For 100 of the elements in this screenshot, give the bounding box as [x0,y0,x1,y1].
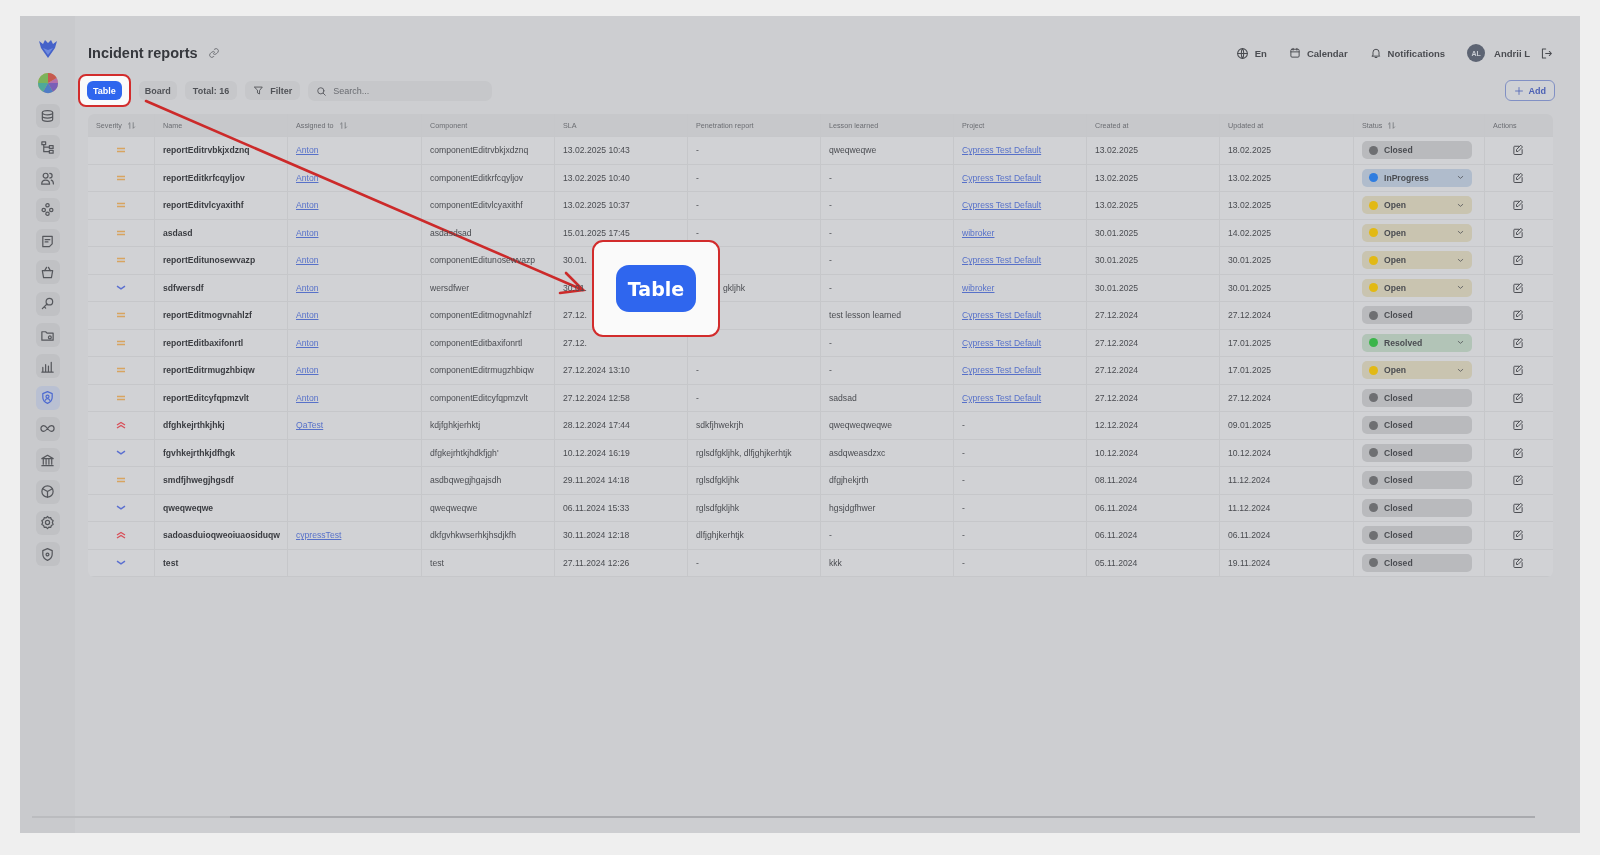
status-dropdown[interactable]: Open [1362,251,1472,270]
table-cell: 27.12.2024 [1095,365,1138,376]
project-link[interactable]: Cypress Test Default [962,310,1042,321]
logo-icon[interactable] [36,38,59,60]
status-dropdown[interactable]: Closed [1362,141,1472,160]
calendar-button[interactable]: Calendar [1288,47,1348,59]
status-dropdown[interactable]: Open [1362,223,1472,242]
status-dropdown[interactable]: Closed [1362,306,1472,325]
project-link[interactable]: wibroker [962,282,995,293]
assignee-link[interactable]: Anton [296,145,319,156]
language-button[interactable]: En [1235,46,1267,60]
status-dropdown[interactable]: Closed [1362,388,1472,407]
status-dropdown[interactable]: Closed [1362,471,1472,490]
filter-button[interactable]: Filter [245,81,301,100]
status-dropdown[interactable]: Open [1362,278,1472,297]
sidebar-item[interactable] [35,260,60,285]
high-severity-icon [116,531,126,540]
assignee-link[interactable]: QaTest [296,420,324,431]
table-cell: sdkfjhwekrjh [696,420,744,431]
status-dropdown[interactable]: Closed [1362,553,1472,572]
project-link[interactable]: Cypress Test Default [962,255,1042,266]
sidebar-item[interactable] [35,323,60,348]
table-cell: 30.01. [563,255,587,266]
sidebar-item[interactable] [35,354,60,379]
search-field[interactable]: Search... [308,80,493,101]
table-cell: 13.02.2025 10:37 [563,200,630,211]
low-severity-icon [116,285,126,291]
assignee-link[interactable]: Anton [296,172,319,183]
table-cell: qweqweqweqwe [829,420,893,431]
status-dropdown[interactable]: Closed [1362,416,1472,435]
table-cell: 06.11.2024 [1095,530,1138,541]
table-cell: 11.12.2024 [1228,502,1271,513]
settings-icon [40,515,55,531]
table-cell: 10.12.2024 16:19 [563,447,630,458]
users-icon [40,171,55,187]
table-cell: 13.02.2025 [1095,172,1138,183]
view-tab[interactable]: Board [138,81,177,100]
assignee-link[interactable]: Anton [296,227,319,238]
shield-user-icon [40,390,55,406]
table-cell: - [962,557,965,568]
view-tab[interactable]: Table [87,81,122,100]
report-name: reportEditunosewvazp [163,255,256,266]
color-wheel-icon[interactable] [36,72,59,94]
table-cell: 30.01.2025 [1095,227,1138,238]
status-dropdown[interactable]: Closed [1362,498,1472,517]
sidebar-item[interactable] [35,104,60,128]
sidebar-item[interactable] [35,166,60,191]
project-link[interactable]: Cypress Test Default [962,337,1042,348]
assignee-link[interactable]: Anton [296,310,319,321]
assignee-link[interactable]: Anton [296,200,319,211]
sidebar-item[interactable] [35,416,60,441]
table-cell: componentEditkrfcqyljov [430,172,524,183]
assignee-link[interactable]: Anton [296,255,319,266]
table-cell: 27.12.2024 13:10 [563,365,630,376]
assignee-link[interactable]: Anton [296,282,319,293]
status-dropdown[interactable]: Open [1362,196,1472,215]
magnified-table-tab[interactable]: Table [616,265,696,312]
sidebar-item[interactable] [35,542,60,567]
status-dropdown[interactable]: Resolved [1362,333,1472,352]
medium-severity-icon [116,339,126,346]
assignee-link[interactable]: cypressTest [296,530,342,541]
assignee-link[interactable]: Anton [296,392,319,403]
project-link[interactable]: wibroker [962,227,995,238]
add-button[interactable]: Add [1504,80,1555,101]
sidebar-item[interactable] [35,135,60,160]
sidebar-item[interactable] [35,229,60,254]
table-cell: 06.11.2024 [1095,502,1138,513]
notifications-button[interactable]: Notifications [1369,47,1446,59]
key-icon [40,296,55,312]
sidebar-item[interactable] [35,510,60,535]
table-cell: 28.12.2024 17:44 [563,420,630,431]
edit-icon [1512,419,1524,432]
edit-icon [1512,309,1524,322]
assignee-link[interactable]: Anton [296,365,319,376]
table-cell: 27.11.2024 12:26 [563,557,630,568]
edit-icon [1512,556,1524,569]
assignee-link[interactable]: Anton [296,337,319,348]
globe-icon [1235,46,1249,60]
project-link[interactable]: Cypress Test Default [962,200,1042,211]
status-dropdown[interactable]: Open [1362,361,1472,380]
project-link[interactable]: Cypress Test Default [962,392,1042,403]
cube-icon [40,484,55,500]
project-link[interactable]: Cypress Test Default [962,365,1042,376]
sidebar-item[interactable] [35,479,60,504]
table-cell: - [829,365,832,376]
medium-severity-icon [116,147,126,154]
project-link[interactable]: Cypress Test Default [962,145,1042,156]
sidebar-item[interactable] [35,291,60,316]
sidebar-item[interactable] [35,448,60,473]
project-link[interactable]: Cypress Test Default [962,172,1042,183]
status-dropdown[interactable]: Closed [1362,443,1472,462]
edit-icon [1512,446,1524,459]
table-cell: test lesson learned [829,310,902,321]
status-dropdown[interactable]: InProgress [1362,168,1472,187]
basket-icon [40,265,55,280]
sidebar-item[interactable] [35,385,60,410]
status-dropdown[interactable]: Closed [1362,526,1472,545]
sidebar-item[interactable] [35,197,60,222]
report-name: sdfwersdf [163,282,204,293]
search-icon [316,85,328,97]
